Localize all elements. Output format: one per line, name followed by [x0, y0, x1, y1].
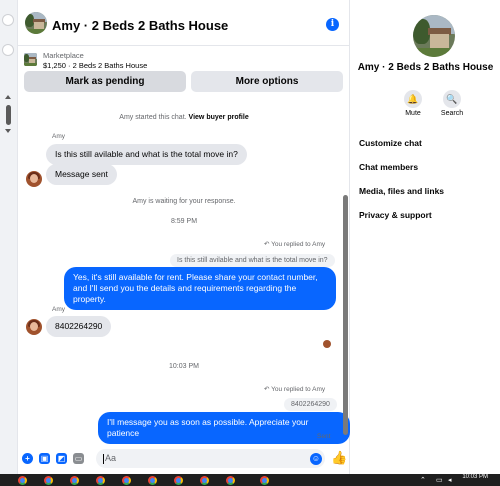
sticker-icon[interactable]: ◩: [56, 453, 67, 464]
scroll-thumb[interactable]: [343, 195, 348, 435]
chrome-icon[interactable]: [260, 476, 269, 485]
menu-privacy-support[interactable]: Privacy & support: [359, 210, 432, 220]
chat-started-notice: Amy started this chat. View buyer profil…: [119, 114, 249, 121]
chat-details-panel: Amy · 2 Beds 2 Baths House 🔔 Mute 🔍 Sear…: [351, 0, 500, 474]
message-bubble[interactable]: I'll message you as soon as possible. Ap…: [98, 412, 350, 444]
taskbar: ⌃ ▭ ◂ 10:03 PM: [0, 474, 500, 486]
chrome-icon[interactable]: [174, 476, 183, 485]
plus-icon[interactable]: +: [22, 453, 33, 464]
scroll-up-icon[interactable]: [5, 95, 11, 99]
more-options-button[interactable]: More options: [191, 71, 343, 92]
thread-scrollbar[interactable]: [341, 100, 349, 445]
message-bubble[interactable]: Is this still avilable and what is the t…: [46, 144, 247, 165]
waiting-notice: Amy is waiting for your response.: [132, 198, 236, 205]
sender-name: Amy: [52, 306, 65, 313]
replied-label: ↶ You replied to Amy: [264, 241, 326, 248]
scroll-down-icon[interactable]: [5, 129, 11, 133]
chrome-icon[interactable]: [200, 476, 209, 485]
seen-avatar: [323, 340, 331, 348]
search-icon: 🔍: [443, 90, 461, 108]
taskbar-clock[interactable]: 10:03 PM: [462, 474, 488, 481]
menu-media-files-links[interactable]: Media, files and links: [359, 186, 444, 196]
conversation-avatar[interactable]: [2, 44, 14, 56]
emoji-icon[interactable]: ☺: [310, 453, 322, 465]
listing-avatar[interactable]: [25, 12, 47, 34]
menu-customize-chat[interactable]: Customize chat: [359, 138, 422, 148]
panel-avatar[interactable]: [413, 15, 455, 57]
timestamp: 10:03 PM: [169, 363, 199, 370]
message-input[interactable]: Aa: [96, 449, 325, 468]
quoted-message[interactable]: 8402264290: [284, 398, 337, 411]
panel-title: Amy · 2 Beds 2 Baths House: [357, 62, 494, 73]
message-bubble[interactable]: Message sent: [46, 164, 117, 185]
chat-header: Amy · 2 Beds 2 Baths House i: [18, 0, 350, 46]
scroll-thumb[interactable]: [6, 105, 11, 125]
listing-price[interactable]: $1,250 · 2 Beds 2 Baths House: [43, 61, 147, 70]
mute-label: Mute: [405, 110, 421, 117]
replied-label: ↶ You replied to Amy: [264, 386, 326, 393]
tray-chevron-icon[interactable]: ⌃: [420, 476, 426, 484]
menu-chat-members[interactable]: Chat members: [359, 162, 418, 172]
message-bubble[interactable]: 8402264290: [46, 316, 112, 337]
new-message-icon[interactable]: [2, 14, 14, 26]
chrome-icon[interactable]: [148, 476, 157, 485]
listing-source: Marketplace: [43, 51, 84, 60]
chat-title[interactable]: Amy · 2 Beds 2 Baths House: [52, 18, 228, 33]
messenger-screen: Amy · 2 Beds 2 Baths House i Marketplace…: [0, 0, 500, 486]
search-button[interactable]: 🔍 Search: [432, 90, 472, 117]
mark-as-pending-button[interactable]: Mark as pending: [24, 71, 186, 92]
message-bubble[interactable]: Yes, it's still available for rent. Plea…: [64, 267, 336, 310]
timestamp: 8:59 PM: [170, 218, 198, 225]
chrome-icon[interactable]: [226, 476, 235, 485]
info-icon[interactable]: i: [326, 18, 339, 31]
chat-window: Amy · 2 Beds 2 Baths House i Marketplace…: [18, 0, 350, 474]
chrome-icon[interactable]: [44, 476, 53, 485]
volume-icon[interactable]: ◂: [448, 476, 452, 484]
quoted-message[interactable]: Is this still avilable and what is the t…: [170, 254, 335, 267]
network-icon[interactable]: ▭: [436, 476, 443, 484]
sender-name: Amy: [52, 133, 65, 140]
amy-avatar[interactable]: [26, 319, 42, 335]
chrome-icon[interactable]: [18, 476, 27, 485]
conversation-list-edge: [0, 0, 18, 474]
view-buyer-profile-link[interactable]: View buyer profile: [189, 114, 249, 121]
sent-status: Sent: [317, 433, 331, 440]
conversation-list-scrollbar[interactable]: [5, 95, 12, 135]
composer: + ▣ ◩ ▭ Aa ☺ 👍: [18, 445, 350, 474]
chrome-icon[interactable]: [122, 476, 131, 485]
thumbs-up-icon[interactable]: 👍: [331, 450, 347, 466]
amy-avatar[interactable]: [26, 171, 42, 187]
photo-icon[interactable]: ▣: [39, 453, 50, 464]
chrome-icon[interactable]: [70, 476, 79, 485]
search-label: Search: [440, 110, 464, 117]
message-thread: Amy started this chat. View buyer profil…: [18, 100, 350, 445]
listing-thumbnail[interactable]: [24, 53, 37, 66]
chrome-icon[interactable]: [96, 476, 105, 485]
gif-icon[interactable]: ▭: [73, 453, 84, 464]
mute-button[interactable]: 🔔 Mute: [393, 90, 433, 117]
bell-icon: 🔔: [404, 90, 422, 108]
